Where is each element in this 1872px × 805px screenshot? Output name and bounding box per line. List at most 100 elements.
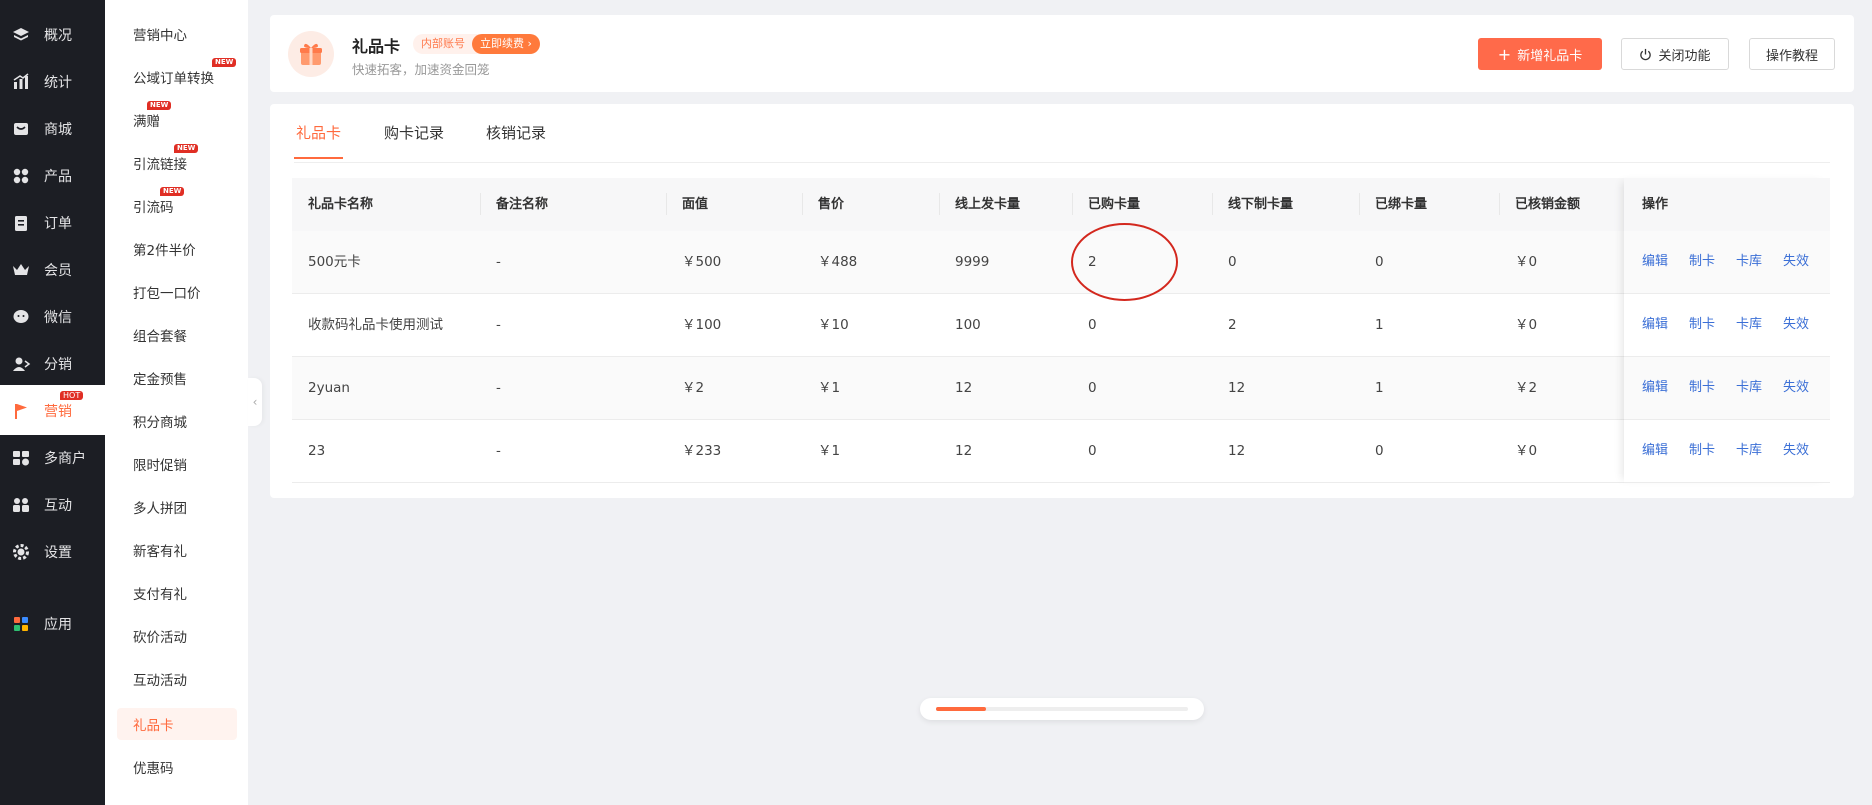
cell-purchased: 0: [1088, 380, 1097, 396]
submenu-item[interactable]: 优惠码: [117, 751, 237, 783]
make-card-link[interactable]: 制卡: [1689, 231, 1715, 293]
submenu-label: 限时促销: [133, 458, 187, 474]
nav-marketing[interactable]: 营销 HOT: [0, 387, 105, 434]
tutorial-label: 操作教程: [1765, 48, 1818, 64]
cell-price: ￥1: [818, 380, 841, 396]
nav-orders[interactable]: 订单: [0, 199, 105, 246]
card-inventory-link[interactable]: 卡库: [1736, 420, 1762, 482]
submenu-item-gift-card[interactable]: 礼品卡: [117, 708, 237, 740]
renew-button[interactable]: 立即续费 ›: [472, 34, 540, 54]
submenu-item[interactable]: 多人拼团: [117, 491, 237, 523]
tab-gift-card[interactable]: 礼品卡: [294, 122, 344, 159]
submenu-label: 引流码: [133, 200, 174, 216]
collapse-submenu-button[interactable]: ‹: [248, 378, 262, 426]
submenu-item[interactable]: 互动活动: [117, 663, 237, 695]
make-card-link[interactable]: 制卡: [1689, 420, 1715, 482]
cell-card-name: 2yuan: [308, 380, 350, 396]
nav-label: 订单: [44, 215, 72, 232]
submenu-label: 组合套餐: [133, 329, 187, 345]
nav-label: 商城: [44, 121, 72, 138]
submenu-item[interactable]: 第2件半价: [117, 233, 237, 265]
table-row: 2yuan - ￥2 ￥1 12 0 12 1 ￥2 编辑 制卡 卡库 失效: [292, 357, 1830, 420]
new-badge: NEW: [174, 144, 199, 153]
submenu-item[interactable]: 限时促销: [117, 448, 237, 480]
card-inventory-link[interactable]: 卡库: [1736, 294, 1762, 356]
cell-face-value: ￥233: [682, 443, 722, 459]
cell-price: ￥488: [818, 254, 858, 270]
nav-interaction[interactable]: 互动: [0, 481, 105, 528]
edit-link[interactable]: 编辑: [1642, 420, 1668, 482]
column-divider: [666, 193, 667, 215]
column-divider: [939, 193, 940, 215]
submenu-item[interactable]: 积分商城: [117, 405, 237, 437]
nav-multi-merchant[interactable]: 多商户: [0, 434, 105, 481]
invalidate-link[interactable]: 失效: [1783, 231, 1809, 293]
invalidate-link[interactable]: 失效: [1783, 357, 1809, 419]
chevron-left-icon: ‹: [252, 395, 258, 409]
nav-distribution[interactable]: 分销: [0, 340, 105, 387]
edit-link[interactable]: 编辑: [1642, 357, 1668, 419]
cell-remark: -: [496, 317, 501, 333]
submenu-item[interactable]: 满赠 NEW: [117, 101, 237, 136]
cell-bound: 1: [1375, 380, 1384, 396]
page-subtitle: 快速拓客，加速资金回笼: [352, 62, 490, 77]
nav-wechat[interactable]: 微信: [0, 293, 105, 340]
cell-redeemed-amount: ￥2: [1515, 380, 1538, 396]
new-badge: NEW: [212, 58, 237, 67]
submenu-item[interactable]: 引流链接 NEW: [117, 144, 237, 179]
edit-link[interactable]: 编辑: [1642, 294, 1668, 356]
store-icon: [10, 118, 32, 140]
submenu-item[interactable]: 营销中心: [117, 18, 237, 50]
tab-purchase-records[interactable]: 购卡记录: [384, 122, 444, 157]
nav-overview[interactable]: 概况: [0, 11, 105, 58]
merchant-icon: [10, 447, 32, 469]
submenu-label: 新客有礼: [133, 544, 187, 560]
nav-apps[interactable]: 应用: [0, 600, 105, 647]
submenu-item[interactable]: 砍价活动: [117, 620, 237, 652]
column-header: 操作: [1642, 197, 1669, 212]
cell-card-name: 收款码礼品卡使用测试: [308, 317, 443, 333]
horizontal-scrollbar[interactable]: [920, 698, 1204, 720]
column-divider: [1499, 193, 1500, 215]
submenu-item[interactable]: 引流码 NEW: [117, 187, 237, 222]
column-header: 售价: [818, 197, 845, 212]
nav-stats[interactable]: 统计: [0, 58, 105, 105]
main-content: 礼品卡 购卡记录 核销记录 礼品卡名称 备注名称 面值 售价 线上发卡量 已购卡…: [270, 104, 1854, 498]
submenu-item[interactable]: 公域订单转换 NEW: [117, 58, 237, 93]
chevron-right-icon: ›: [527, 37, 532, 50]
add-gift-card-button[interactable]: + 新增礼品卡: [1478, 38, 1602, 70]
nav-label: 设置: [44, 544, 72, 561]
invalidate-link[interactable]: 失效: [1783, 420, 1809, 482]
nav-members[interactable]: 会员: [0, 246, 105, 293]
tutorial-button[interactable]: 操作教程: [1749, 38, 1835, 70]
cell-redeemed-amount: ￥0: [1515, 317, 1538, 333]
flag-icon: [10, 400, 32, 422]
tab-redemption-records[interactable]: 核销记录: [486, 122, 546, 157]
table-row: 500元卡 - ￥500 ￥488 9999 2 0 0 ￥0 编辑 制卡 卡库…: [292, 231, 1830, 294]
submenu-item[interactable]: 支付有礼: [117, 577, 237, 609]
nav-settings[interactable]: 设置: [0, 528, 105, 575]
scrollbar-thumb[interactable]: [936, 707, 986, 711]
cell-face-value: ￥2: [682, 380, 705, 396]
submenu-item[interactable]: 定金预售: [117, 362, 237, 394]
column-divider: [1359, 193, 1360, 215]
hot-badge: HOT: [60, 391, 84, 400]
table-row: 收款码礼品卡使用测试 - ￥100 ￥10 100 0 2 1 ￥0 编辑 制卡…: [292, 294, 1830, 357]
card-inventory-link[interactable]: 卡库: [1736, 357, 1762, 419]
make-card-link[interactable]: 制卡: [1689, 294, 1715, 356]
close-feature-button[interactable]: 关闭功能: [1621, 38, 1729, 70]
nav-label: 概况: [44, 27, 72, 44]
cell-redeemed-amount: ￥0: [1515, 254, 1538, 270]
make-card-link[interactable]: 制卡: [1689, 357, 1715, 419]
nav-products[interactable]: 产品: [0, 152, 105, 199]
submenu-item[interactable]: 新客有礼: [117, 534, 237, 566]
invalidate-link[interactable]: 失效: [1783, 294, 1809, 356]
submenu-item[interactable]: 打包一口价: [117, 276, 237, 308]
edit-link[interactable]: 编辑: [1642, 231, 1668, 293]
column-header: 面值: [682, 197, 709, 212]
tab-label: 购卡记录: [384, 124, 445, 142]
new-badge: NEW: [147, 101, 172, 110]
card-inventory-link[interactable]: 卡库: [1736, 231, 1762, 293]
submenu-item[interactable]: 组合套餐: [117, 319, 237, 351]
nav-mall[interactable]: 商城: [0, 105, 105, 152]
